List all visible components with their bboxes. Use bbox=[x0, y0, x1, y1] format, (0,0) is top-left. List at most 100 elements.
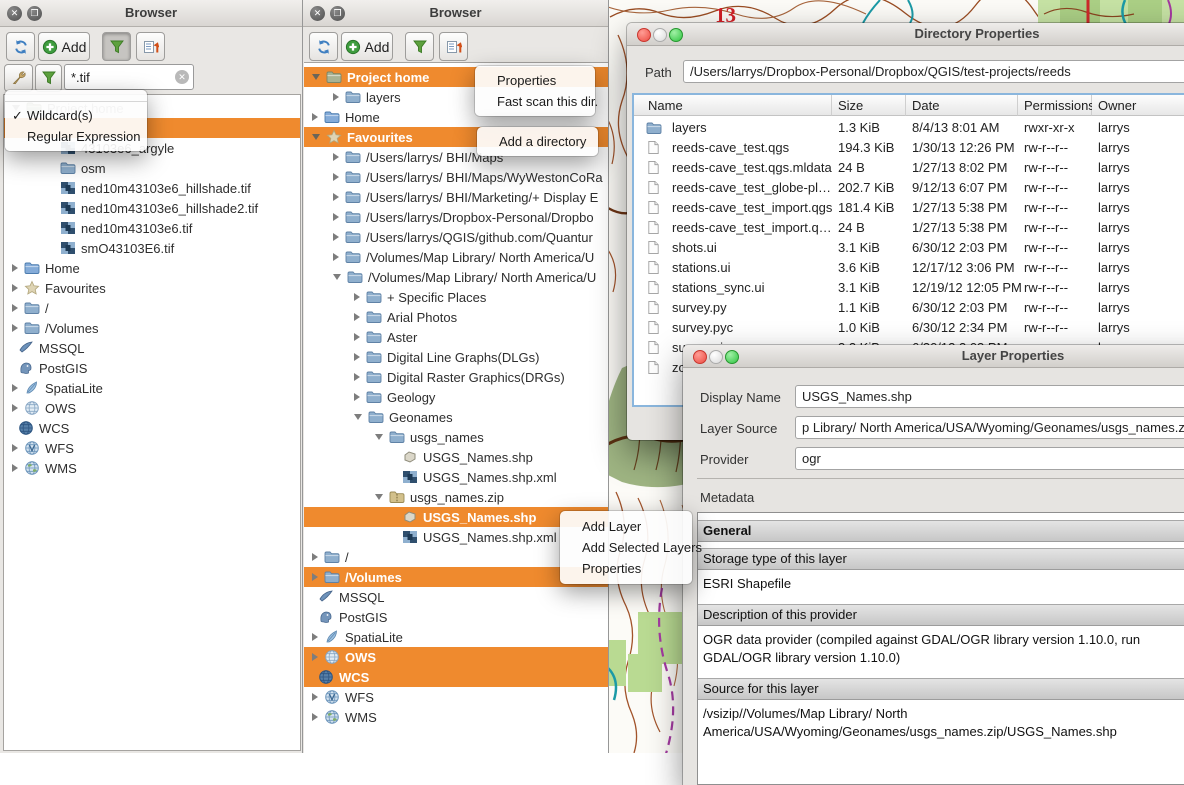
tree-item[interactable]: MSSQL bbox=[304, 587, 608, 607]
tree-item[interactable]: Digital Raster Graphics(DRGs) bbox=[304, 367, 608, 387]
column-header[interactable]: Name bbox=[634, 95, 832, 116]
tree-item[interactable]: SpatiaLite bbox=[304, 627, 608, 647]
tree-item[interactable]: WCS bbox=[4, 418, 300, 438]
tree-item[interactable]: PostGIS bbox=[4, 358, 300, 378]
filter-options-button[interactable] bbox=[4, 64, 33, 92]
tree-item[interactable]: usgs_names bbox=[304, 427, 608, 447]
column-header[interactable]: Permissions bbox=[1018, 95, 1092, 116]
tree-item[interactable]: / bbox=[4, 298, 300, 318]
menu-item[interactable]: Add Layer bbox=[560, 516, 692, 537]
chevron-right-icon[interactable] bbox=[12, 464, 18, 472]
column-header[interactable]: Size bbox=[832, 95, 906, 116]
tree-item[interactable]: SpatiaLite bbox=[4, 378, 300, 398]
tree-item[interactable]: Geology bbox=[304, 387, 608, 407]
menu-item[interactable]: Properties bbox=[475, 70, 595, 91]
chevron-down-icon[interactable] bbox=[312, 74, 320, 80]
tree-item[interactable]: /Users/larrys/QGIS/github.com/Quantur bbox=[304, 227, 608, 247]
tree-item[interactable]: Favourites bbox=[4, 278, 300, 298]
chevron-down-icon[interactable] bbox=[354, 414, 362, 420]
chevron-right-icon[interactable] bbox=[312, 553, 318, 561]
menu-item[interactable]: Properties bbox=[560, 558, 692, 579]
chevron-right-icon[interactable] bbox=[312, 573, 318, 581]
table-row[interactable]: stations.ui3.6 KiB12/17/12 3:06 PMrw-r--… bbox=[634, 258, 1184, 278]
chevron-right-icon[interactable] bbox=[12, 264, 18, 272]
tree-item[interactable]: Home bbox=[4, 258, 300, 278]
metadata-box[interactable]: GeneralStorage type of this layerESRI Sh… bbox=[697, 512, 1184, 785]
chevron-right-icon[interactable] bbox=[12, 284, 18, 292]
chevron-right-icon[interactable] bbox=[333, 253, 339, 261]
chevron-right-icon[interactable] bbox=[12, 324, 18, 332]
chevron-down-icon[interactable] bbox=[333, 274, 341, 280]
provider-field[interactable]: ogr bbox=[795, 447, 1184, 470]
tree-item[interactable]: OWS bbox=[4, 398, 300, 418]
table-row[interactable]: reeds-cave_test.qgs194.3 KiB1/30/13 12:2… bbox=[634, 138, 1184, 158]
chevron-right-icon[interactable] bbox=[312, 633, 318, 641]
tree-item[interactable]: Aster bbox=[304, 327, 608, 347]
tree-item[interactable]: + Specific Places bbox=[304, 287, 608, 307]
add-button[interactable]: Add bbox=[38, 32, 90, 61]
tree-item[interactable]: usgs_names.zip bbox=[304, 487, 608, 507]
table-row[interactable]: layers1.3 KiB8/4/13 8:01 AMrwxr-xr-xlarr… bbox=[634, 118, 1184, 138]
tree-item[interactable]: WMS bbox=[304, 707, 608, 727]
tree-item[interactable]: USGS_Names.shp bbox=[304, 447, 608, 467]
chevron-right-icon[interactable] bbox=[312, 653, 318, 661]
filter-toggle-button[interactable] bbox=[102, 32, 131, 61]
window-titlebar[interactable]: Layer Properties bbox=[683, 345, 1184, 368]
menu-item[interactable]: Regular Expression bbox=[5, 126, 147, 147]
tree-item[interactable]: MSSQL bbox=[4, 338, 300, 358]
layer-source-field[interactable]: p Library/ North America/USA/Wyoming/Geo… bbox=[795, 416, 1184, 439]
chevron-down-icon[interactable] bbox=[375, 494, 383, 500]
tree-item[interactable]: WMS bbox=[4, 458, 300, 478]
chevron-right-icon[interactable] bbox=[312, 113, 318, 121]
tree-item[interactable]: /Volumes/Map Library/ North America/U bbox=[304, 267, 608, 287]
tree-item[interactable]: OWS bbox=[304, 647, 608, 667]
chevron-right-icon[interactable] bbox=[12, 384, 18, 392]
chevron-down-icon[interactable] bbox=[312, 134, 320, 140]
tree-item[interactable]: ned10m43103e6.tif bbox=[4, 218, 300, 238]
display-name-field[interactable]: USGS_Names.shp bbox=[795, 385, 1184, 408]
chevron-right-icon[interactable] bbox=[333, 173, 339, 181]
window-titlebar[interactable]: Directory Properties bbox=[627, 23, 1184, 46]
chevron-right-icon[interactable] bbox=[312, 693, 318, 701]
tree-item[interactable]: smO43103E6.tif bbox=[4, 238, 300, 258]
chevron-right-icon[interactable] bbox=[354, 333, 360, 341]
tree-item[interactable]: Geonames bbox=[304, 407, 608, 427]
chevron-right-icon[interactable] bbox=[333, 193, 339, 201]
menu-item[interactable]: ✓Wildcard(s) bbox=[5, 105, 147, 126]
tree-item[interactable]: Digital Line Graphs(DLGs) bbox=[304, 347, 608, 367]
chevron-right-icon[interactable] bbox=[333, 233, 339, 241]
table-row[interactable]: reeds-cave_test_import.q…24 B1/27/13 5:3… bbox=[634, 218, 1184, 238]
apply-filter-button[interactable] bbox=[35, 64, 62, 92]
tree-item[interactable]: WCS bbox=[304, 667, 608, 687]
tree-item[interactable]: ned10m43103e6_hillshade2.tif bbox=[4, 198, 300, 218]
clear-filter-icon[interactable]: ✕ bbox=[175, 70, 189, 84]
chevron-right-icon[interactable] bbox=[12, 304, 18, 312]
collapse-all-button[interactable] bbox=[136, 32, 165, 61]
menu-item[interactable]: Fast scan this dir. bbox=[475, 91, 595, 112]
tree-item[interactable]: /Users/larrys/ BHI/Marketing/+ Display E bbox=[304, 187, 608, 207]
chevron-right-icon[interactable] bbox=[354, 353, 360, 361]
table-row[interactable]: reeds-cave_test_globe-pl…202.7 KiB9/12/1… bbox=[634, 178, 1184, 198]
chevron-right-icon[interactable] bbox=[354, 293, 360, 301]
tree-item[interactable]: PostGIS bbox=[304, 607, 608, 627]
chevron-right-icon[interactable] bbox=[354, 313, 360, 321]
tree-item[interactable]: USGS_Names.shp.xml bbox=[304, 467, 608, 487]
table-row[interactable]: stations_sync.ui3.1 KiB12/19/12 12:05 PM… bbox=[634, 278, 1184, 298]
tree-item[interactable]: /Users/larrys/Dropbox-Personal/Dropbo bbox=[304, 207, 608, 227]
chevron-right-icon[interactable] bbox=[333, 153, 339, 161]
chevron-right-icon[interactable] bbox=[333, 213, 339, 221]
chevron-right-icon[interactable] bbox=[354, 393, 360, 401]
tree-item[interactable]: WFS bbox=[304, 687, 608, 707]
table-row[interactable]: survey.py1.1 KiB6/30/12 2:03 PMrw-r--r--… bbox=[634, 298, 1184, 318]
table-row[interactable]: shots.ui3.1 KiB6/30/12 2:03 PMrw-r--r--l… bbox=[634, 238, 1184, 258]
tree-item[interactable]: WFS bbox=[4, 438, 300, 458]
tree-item[interactable]: ned10m43103e6_hillshade.tif bbox=[4, 178, 300, 198]
tree-item[interactable]: /Volumes/Map Library/ North America/U bbox=[304, 247, 608, 267]
chevron-right-icon[interactable] bbox=[312, 713, 318, 721]
add-button[interactable]: Add bbox=[341, 32, 393, 61]
menu-item[interactable]: Add Selected Layers bbox=[560, 537, 692, 558]
filter-toggle-button[interactable] bbox=[405, 32, 434, 61]
table-row[interactable]: survey.pyc1.0 KiB6/30/12 2:34 PMrw-r--r-… bbox=[634, 318, 1184, 338]
table-row[interactable]: reeds-cave_test_import.qgs181.4 KiB1/27/… bbox=[634, 198, 1184, 218]
chevron-down-icon[interactable] bbox=[375, 434, 383, 440]
